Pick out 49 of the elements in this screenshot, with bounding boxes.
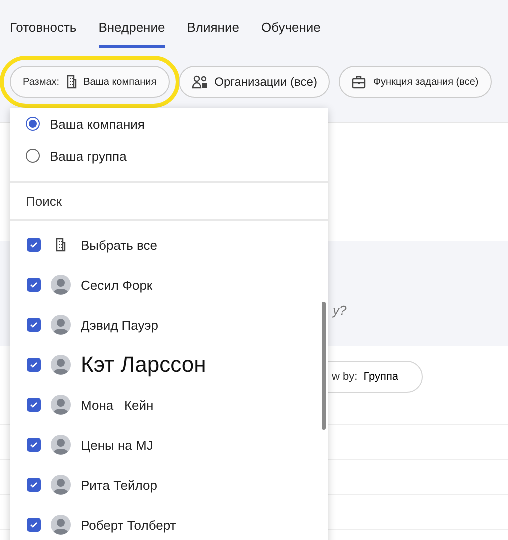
radio-option[interactable]: Ваша компания (10, 108, 161, 140)
radio-option[interactable]: Ваша группа (10, 140, 143, 172)
avatar-icon (51, 515, 71, 535)
check-icon (30, 362, 38, 368)
option-label: Сесил Форк (81, 278, 153, 292)
check-icon (30, 282, 38, 288)
checkbox[interactable] (27, 278, 41, 292)
avatar-icon (51, 435, 71, 455)
people-icon (192, 75, 208, 89)
check-icon (30, 482, 38, 488)
avatar-icon (51, 395, 71, 415)
filter-button[interactable]: Организации (все) (178, 66, 330, 98)
check-icon (30, 242, 38, 248)
filter-value: Функция задания (все) (373, 76, 479, 88)
tab[interactable]: Внедрение (98, 18, 166, 48)
filter-button[interactable]: Функция задания (все) (339, 66, 492, 98)
option-label: Выбрать все (81, 238, 158, 252)
checkbox[interactable] (27, 238, 41, 252)
briefcase-icon (352, 76, 366, 88)
check-icon (30, 442, 38, 448)
option-label: Цены на MJ (81, 438, 154, 452)
filter-value: Ваша компания (84, 76, 157, 88)
avatar-icon (51, 355, 71, 375)
checkbox[interactable] (27, 478, 41, 492)
avatar-icon (51, 475, 71, 495)
question-text: y? (333, 303, 347, 318)
option-label: Рита Тейлор (81, 478, 158, 492)
checkbox[interactable] (27, 398, 41, 412)
option-label: Дэвид Пауэр (81, 318, 158, 332)
checkbox[interactable] (27, 358, 41, 372)
checkbox[interactable] (27, 518, 41, 532)
filter-label: Размах: (23, 76, 60, 88)
tab[interactable]: Обучение (261, 18, 321, 48)
building-icon (56, 238, 66, 252)
checkbox[interactable] (27, 318, 41, 332)
avatar-icon (51, 315, 71, 335)
check-icon (30, 322, 38, 328)
filter-value: Организации (все) (214, 75, 318, 89)
avatar-icon (51, 275, 71, 295)
building-icon (66, 75, 77, 89)
checkbox[interactable] (27, 438, 41, 452)
option-label: Роберт Толберт (81, 518, 176, 532)
tab[interactable]: Влияние (187, 18, 240, 48)
tab[interactable]: Готовность (10, 18, 77, 48)
check-icon (30, 402, 38, 408)
scrollbar[interactable] (322, 302, 326, 430)
option-label: Кэт Ларссон (81, 352, 206, 378)
option-label: Мона Кейн (81, 398, 154, 412)
check-icon (30, 522, 38, 528)
